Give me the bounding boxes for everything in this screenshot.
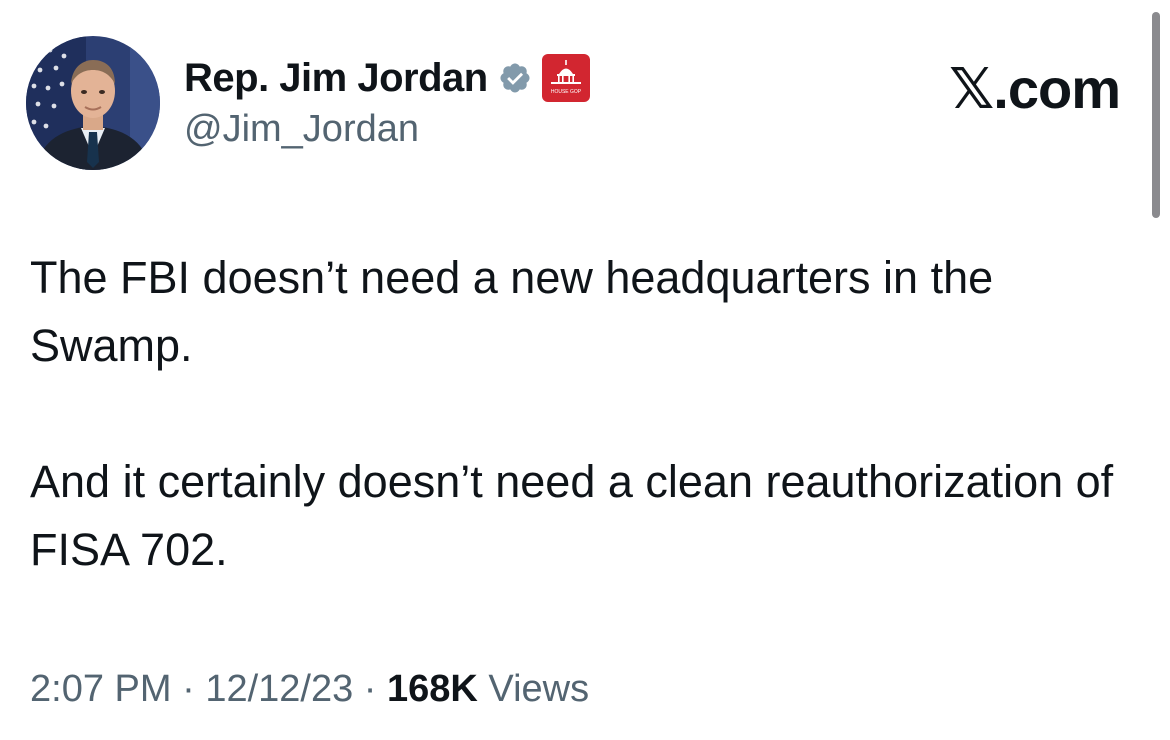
author-handle[interactable]: @Jim_Jordan [184, 108, 419, 151]
meta-separator: · [363, 668, 377, 710]
scrollbar[interactable] [1152, 12, 1160, 218]
tweet-date[interactable]: 12/12/23 [205, 668, 353, 710]
author-display-name[interactable]: Rep. Jim Jordan [184, 56, 488, 101]
brand-logo: 𝕏.com [949, 57, 1121, 120]
tweet-paragraph: The FBI doesn’t need a new headquarters … [30, 252, 994, 371]
views-label[interactable]: Views [488, 668, 589, 710]
verified-badge-icon[interactable] [498, 61, 532, 95]
house-gop-capitol-icon[interactable]: HOUSE GOP [541, 54, 590, 102]
views-count[interactable]: 168K [387, 668, 478, 710]
author-name-row: Rep. Jim Jordan HOUSE GOP [184, 50, 590, 106]
profile-avatar[interactable] [26, 36, 160, 170]
meta-separator: · [182, 668, 195, 710]
tweet-time[interactable]: 2:07 PM [30, 668, 172, 710]
affiliation-badge-text: HOUSE GOP [551, 89, 582, 95]
tweet-meta: 2:07 PM · 12/12/23 · 168K Views [30, 668, 589, 711]
tweet-text: The FBI doesn’t need a new headquarters … [30, 244, 1140, 584]
tweet-paragraph: And it certainly doesn’t need a clean re… [30, 456, 1114, 575]
